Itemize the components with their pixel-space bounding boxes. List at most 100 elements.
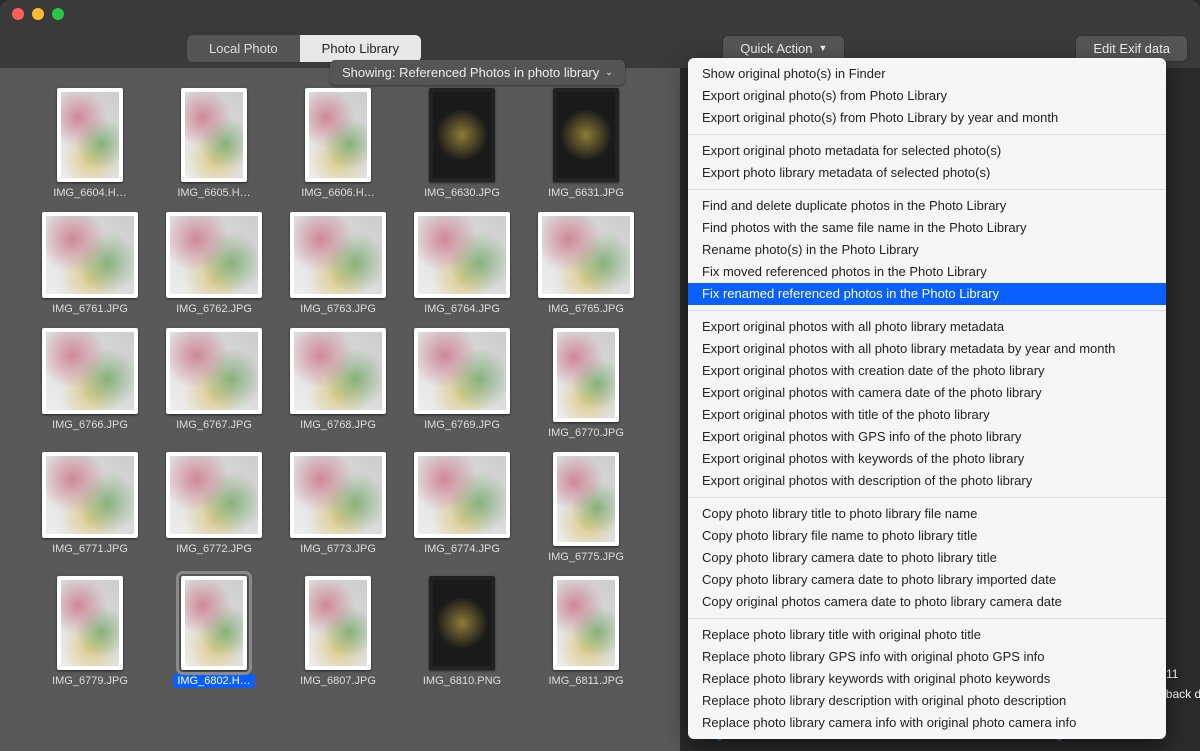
thumbnail-image[interactable] (414, 328, 510, 414)
thumbnail[interactable]: IMG_6604.H… (35, 88, 145, 200)
menu-item[interactable]: Replace photo library camera info with o… (688, 712, 1166, 734)
thumbnail[interactable]: IMG_6768.JPG (283, 328, 393, 440)
thumbnail[interactable]: IMG_6630.JPG (407, 88, 517, 200)
thumbnail-image[interactable] (290, 452, 386, 538)
seg-local-photo[interactable]: Local Photo (187, 35, 300, 62)
menu-item[interactable]: Export original photos with description … (688, 470, 1166, 492)
thumbnail-image[interactable] (42, 212, 138, 298)
menu-item[interactable]: Export original photos with title of the… (688, 404, 1166, 426)
thumbnail[interactable]: IMG_6771.JPG (35, 452, 145, 564)
thumbnail[interactable]: IMG_6779.JPG (35, 576, 145, 688)
menu-item[interactable]: Copy photo library title to photo librar… (688, 503, 1166, 525)
thumbnail-filename: IMG_6762.JPG (172, 302, 256, 316)
thumbnail[interactable]: IMG_6764.JPG (407, 212, 517, 316)
thumbnail[interactable]: IMG_6811.JPG (531, 576, 641, 688)
thumbnail-image[interactable] (166, 212, 262, 298)
thumbnail-image[interactable] (181, 88, 247, 182)
thumbnail[interactable]: IMG_6605.H… (159, 88, 269, 200)
thumbnail-image[interactable] (57, 576, 123, 670)
menu-item[interactable]: Copy photo library file name to photo li… (688, 525, 1166, 547)
thumbnail[interactable]: IMG_6770.JPG (531, 328, 641, 440)
menu-group: Copy photo library title to photo librar… (688, 498, 1166, 619)
thumbnail-image[interactable] (553, 88, 619, 182)
thumbnail-image[interactable] (181, 576, 247, 670)
showing-filter[interactable]: Showing: Referenced Photos in photo libr… (330, 60, 625, 85)
thumbnail[interactable]: IMG_6769.JPG (407, 328, 517, 440)
thumbnail-image[interactable] (42, 452, 138, 538)
minimize-icon[interactable] (32, 8, 44, 20)
thumbnail-image[interactable] (553, 576, 619, 670)
thumbnail[interactable]: IMG_6807.JPG (283, 576, 393, 688)
thumbnail-filename: IMG_6810.PNG (419, 674, 505, 688)
thumbnail-image[interactable] (429, 88, 495, 182)
thumbnail[interactable]: IMG_6802.H… (159, 576, 269, 688)
menu-item[interactable]: Export original photos with camera date … (688, 382, 1166, 404)
chevron-down-icon: ▼ (818, 43, 827, 53)
thumbnail[interactable]: IMG_6766.JPG (35, 328, 145, 440)
seg-photo-library[interactable]: Photo Library (300, 35, 421, 62)
menu-item[interactable]: Show original photo(s) in Finder (688, 63, 1166, 85)
menu-item[interactable]: Copy photo library camera date to photo … (688, 569, 1166, 591)
thumbnail-filename: IMG_6763.JPG (296, 302, 380, 316)
thumbnail-image[interactable] (553, 328, 619, 422)
menu-item[interactable]: Replace photo library GPS info with orig… (688, 646, 1166, 668)
thumbnail[interactable]: IMG_6765.JPG (531, 212, 641, 316)
thumbnail[interactable]: IMG_6631.JPG (531, 88, 641, 200)
thumbnail[interactable]: IMG_6775.JPG (531, 452, 641, 564)
thumbnail-image[interactable] (538, 212, 634, 298)
thumbnail-filename: IMG_6772.JPG (172, 542, 256, 556)
thumbnail-filename: IMG_6773.JPG (296, 542, 380, 556)
thumbnail-image[interactable] (57, 88, 123, 182)
thumbnail-image[interactable] (166, 328, 262, 414)
thumbnail[interactable]: IMG_6772.JPG (159, 452, 269, 564)
thumbnail-filename: IMG_6631.JPG (544, 186, 628, 200)
menu-item[interactable]: Export original photos with keywords of … (688, 448, 1166, 470)
thumbnail-grid: IMG_6604.H…IMG_6605.H…IMG_6606.H…IMG_663… (35, 88, 670, 688)
thumbnail-filename: IMG_6802.H… (173, 674, 254, 688)
menu-item[interactable]: Copy original photos camera date to phot… (688, 591, 1166, 613)
menu-item[interactable]: Fix renamed referenced photos in the Pho… (688, 283, 1166, 305)
menu-item[interactable]: Replace photo library description with o… (688, 690, 1166, 712)
thumbnail[interactable]: IMG_6767.JPG (159, 328, 269, 440)
thumbnail[interactable]: IMG_6810.PNG (407, 576, 517, 688)
menu-item[interactable]: Find and delete duplicate photos in the … (688, 195, 1166, 217)
menu-item[interactable]: Find photos with the same file name in t… (688, 217, 1166, 239)
source-segmented-control: Local Photo Photo Library (187, 35, 421, 62)
menu-item[interactable]: Fix moved referenced photos in the Photo… (688, 261, 1166, 283)
thumbnail[interactable]: IMG_6773.JPG (283, 452, 393, 564)
menu-item[interactable]: Export original photo(s) from Photo Libr… (688, 85, 1166, 107)
menu-item[interactable]: Copy photo library camera date to photo … (688, 547, 1166, 569)
menu-item[interactable]: Export original photos with GPS info of … (688, 426, 1166, 448)
thumbnail[interactable]: IMG_6606.H… (283, 88, 393, 200)
menu-item[interactable]: Replace photo library title with origina… (688, 624, 1166, 646)
menu-item[interactable]: Export original photo metadata for selec… (688, 140, 1166, 162)
menu-item[interactable]: Export original photos with all photo li… (688, 316, 1166, 338)
thumbnail[interactable]: IMG_6763.JPG (283, 212, 393, 316)
thumbnail-image[interactable] (290, 212, 386, 298)
thumbnail-image[interactable] (414, 212, 510, 298)
close-icon[interactable] (12, 8, 24, 20)
thumbnail-image[interactable] (305, 576, 371, 670)
thumbnail[interactable]: IMG_6774.JPG (407, 452, 517, 564)
thumbnail-image[interactable] (290, 328, 386, 414)
thumbnail-image[interactable] (305, 88, 371, 182)
thumbnail-image[interactable] (166, 452, 262, 538)
menu-item[interactable]: Export original photos with all photo li… (688, 338, 1166, 360)
thumbnail-image[interactable] (553, 452, 619, 546)
thumbnail-filename: IMG_6807.JPG (296, 674, 380, 688)
menu-item[interactable]: Export photo library metadata of selecte… (688, 162, 1166, 184)
thumbnail-image[interactable] (429, 576, 495, 670)
menu-item[interactable]: Replace photo library keywords with orig… (688, 668, 1166, 690)
quick-action-menu[interactable]: Show original photo(s) in FinderExport o… (688, 58, 1166, 739)
thumbnail-filename: IMG_6770.JPG (544, 426, 628, 440)
thumbnail[interactable]: IMG_6761.JPG (35, 212, 145, 316)
thumbnail-filename: IMG_6761.JPG (48, 302, 132, 316)
maximize-icon[interactable] (52, 8, 64, 20)
thumbnail[interactable]: IMG_6762.JPG (159, 212, 269, 316)
menu-item[interactable]: Rename photo(s) in the Photo Library (688, 239, 1166, 261)
menu-item[interactable]: Export original photos with creation dat… (688, 360, 1166, 382)
thumbnail-image[interactable] (42, 328, 138, 414)
thumbnail-filename: IMG_6811.JPG (545, 674, 628, 688)
thumbnail-image[interactable] (414, 452, 510, 538)
menu-item[interactable]: Export original photo(s) from Photo Libr… (688, 107, 1166, 129)
